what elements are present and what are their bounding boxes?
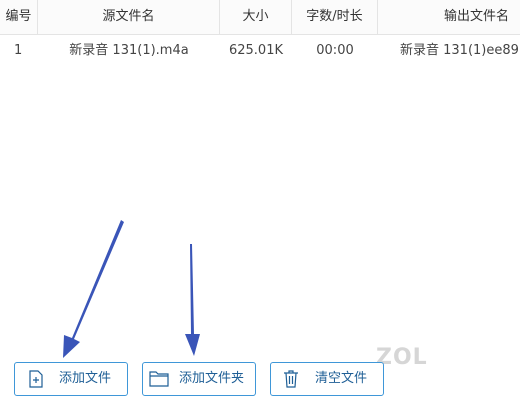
cell-size: 625.01K (228, 43, 283, 58)
arrow-to-add-folder (185, 244, 200, 356)
cell-output-filename: 新录音 131(1)ee89 (400, 43, 519, 58)
trash-icon (283, 370, 299, 392)
cell-duration: 00:00 (316, 43, 354, 58)
table-row[interactable]: 1 新录音 131(1).m4a 625.01K 00:00 新录音 131(1… (0, 34, 520, 68)
arrow-to-add-file (63, 220, 124, 358)
cell-index: 1 (14, 43, 23, 58)
add-folder-button[interactable]: 添加文件夹 (142, 362, 256, 396)
add-folder-label: 添加文件夹 (179, 371, 245, 386)
header-index: 编号 (0, 0, 38, 34)
clear-files-label: 清空文件 (315, 371, 368, 386)
folder-icon (149, 370, 169, 391)
header-output-filename: 输出文件名 (444, 9, 510, 24)
clear-files-button[interactable]: 清空文件 (270, 362, 384, 396)
header-duration: 字数/时长 (292, 0, 378, 34)
add-file-icon (29, 370, 43, 392)
header-source-filename: 源文件名 (38, 0, 220, 34)
cell-source-filename: 新录音 131(1).m4a (69, 43, 189, 58)
table-header: 编号 源文件名 大小 字数/时长 输出文件名 (0, 0, 520, 35)
add-file-button[interactable]: 添加文件 (14, 362, 128, 396)
add-file-label: 添加文件 (59, 371, 112, 386)
header-size: 大小 (220, 0, 292, 34)
